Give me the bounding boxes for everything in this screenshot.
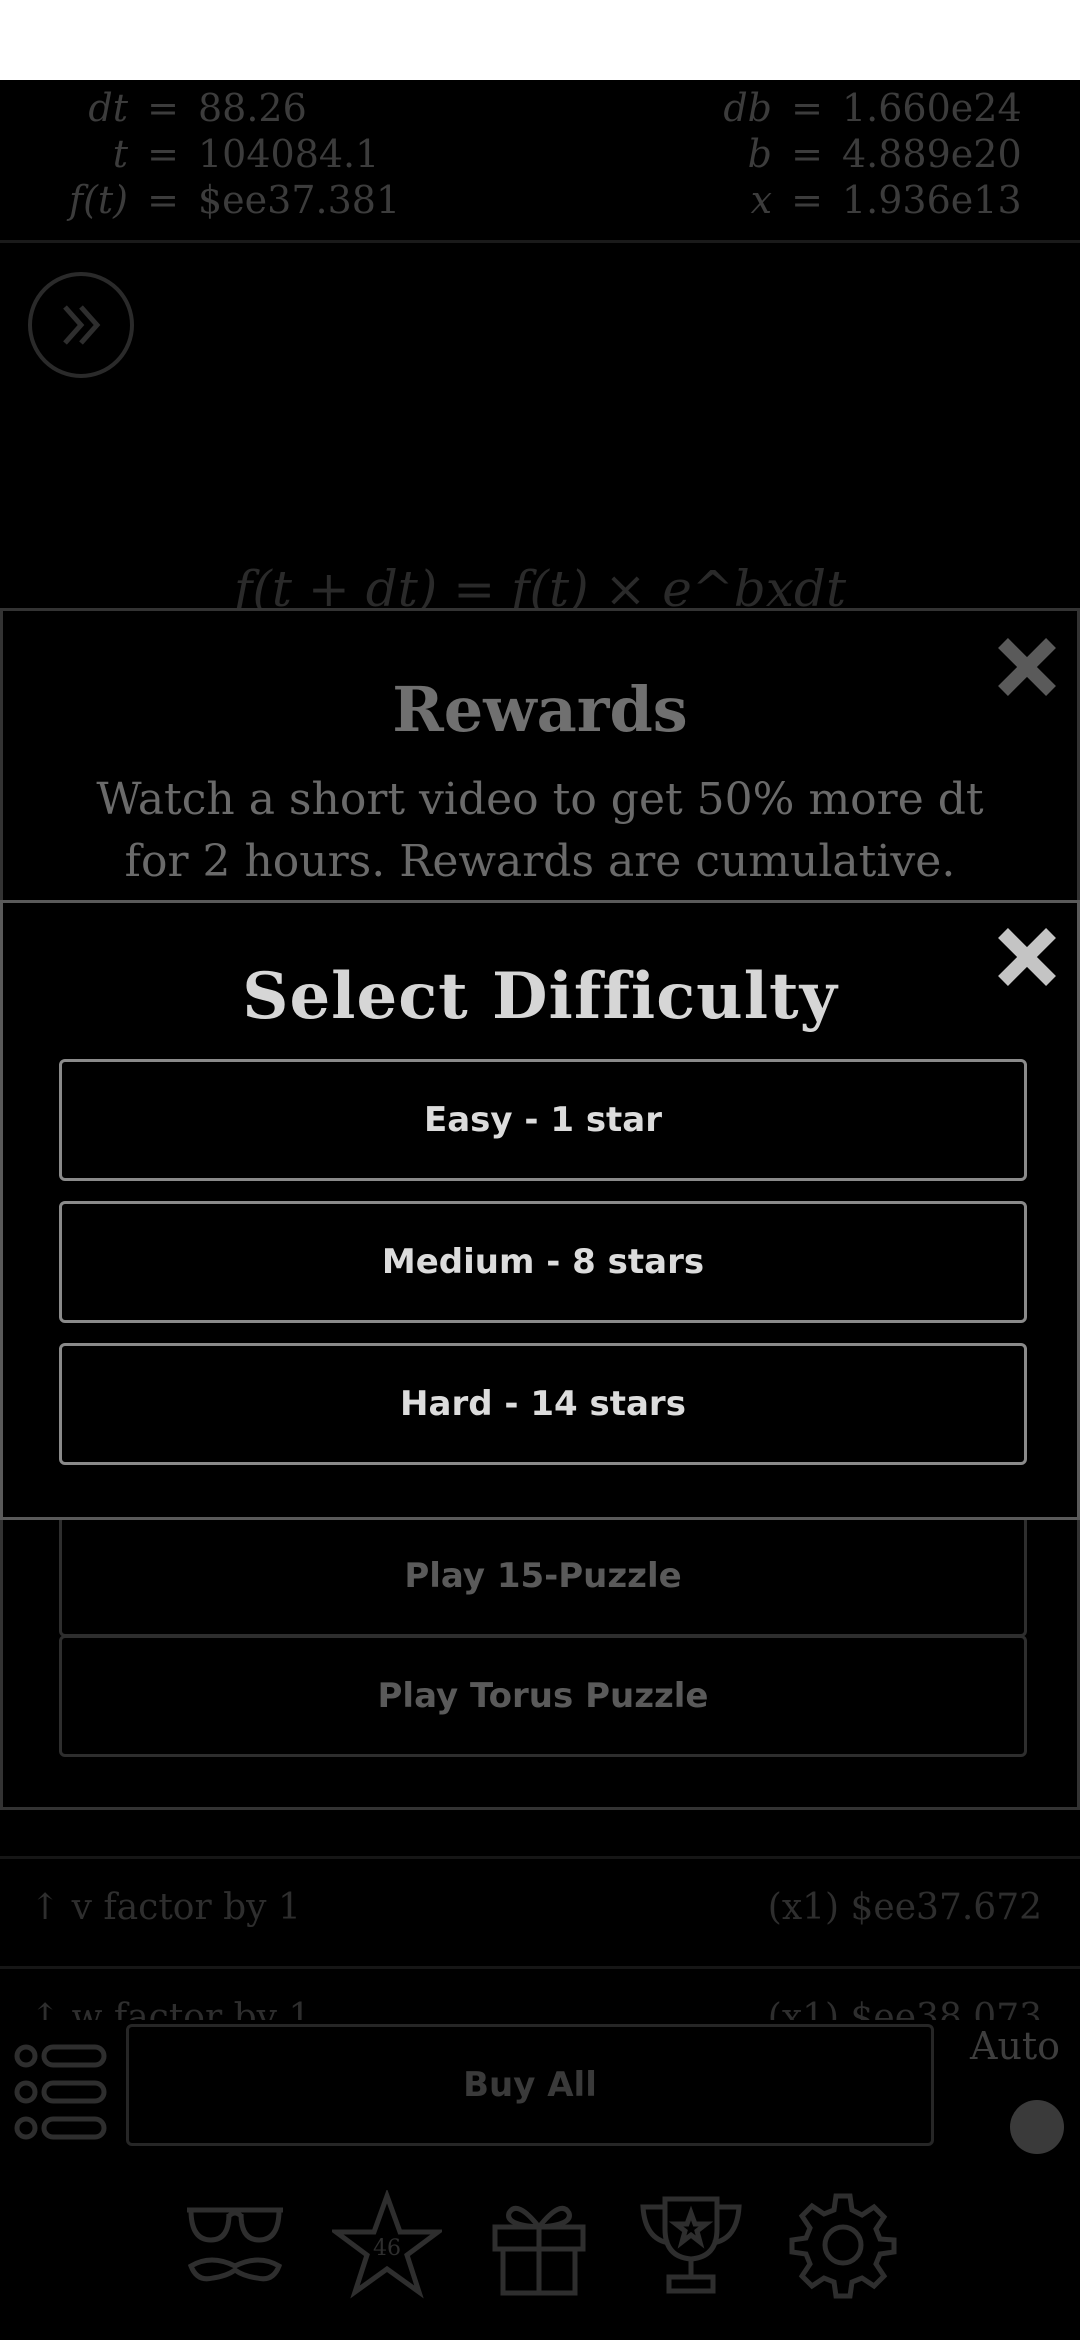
nav-rewards-button[interactable] xyxy=(484,2190,594,2300)
difficulty-dialog: Select Difficulty Easy - 1 star Medium -… xyxy=(0,900,1080,1520)
play-torus-puzzle-button[interactable]: Play Torus Puzzle xyxy=(59,1635,1027,1757)
hard-difficulty-button[interactable]: Hard - 14 stars xyxy=(59,1343,1027,1465)
medium-difficulty-button[interactable]: Medium - 8 stars xyxy=(59,1201,1027,1323)
easy-difficulty-button[interactable]: Easy - 1 star xyxy=(59,1059,1027,1181)
stat-dt: dt = 88.26 xyxy=(88,86,307,130)
status-bar xyxy=(0,0,1080,80)
stat-t: t = 104084.1 xyxy=(112,132,380,176)
nav-disguise-button[interactable] xyxy=(180,2190,290,2300)
gift-icon xyxy=(492,2205,586,2296)
stat-x: x = 1.936e13 xyxy=(750,178,1022,222)
trophy-icon xyxy=(640,2196,742,2294)
difficulty-title: Select Difficulty xyxy=(242,959,838,1034)
skip-forward-button[interactable] xyxy=(28,272,134,378)
upgrade-list-button[interactable] xyxy=(14,2040,110,2149)
upgrade-row[interactable]: ↑ w factor by 1 (x1) $ee38.073 xyxy=(0,1966,1080,2023)
upgrade-row[interactable]: ↑ v factor by 1 (x1) $ee37.672 xyxy=(0,1856,1080,1959)
disguise-icon xyxy=(187,2207,283,2282)
bottom-bar: Buy All Auto 46 xyxy=(0,2020,1080,2340)
gear-icon xyxy=(789,2193,897,2299)
auto-toggle[interactable] xyxy=(1010,2100,1064,2154)
rewards-description: Watch a short video to get 50% more dt f… xyxy=(96,774,984,887)
rewards-title: Rewards xyxy=(392,673,688,746)
stat-db: db = 1.660e24 xyxy=(723,86,1022,130)
play-15-puzzle-button[interactable]: Play 15-Puzzle xyxy=(59,1515,1027,1637)
stats-panel: dt = 88.26 t = 104084.1 f(t) = $ee37.381 db = 1.… xyxy=(0,80,1080,243)
skip-forward-icon xyxy=(63,305,101,345)
upgrade-cost: (x1) $ee37.672 xyxy=(767,1887,1042,1928)
stat-b: b = 4.889e20 xyxy=(747,132,1022,176)
upgrade-label: ↑ v factor by 1 xyxy=(30,1887,301,1928)
buy-all-button[interactable]: Buy All xyxy=(126,2024,934,2146)
star-count: 46 xyxy=(373,2236,401,2261)
auto-label: Auto xyxy=(970,2024,1061,2068)
nav-settings-button[interactable] xyxy=(788,2190,898,2300)
nav-stars-button[interactable]: 46 xyxy=(332,2190,442,2300)
list-icon xyxy=(14,2044,107,2140)
nav-achievements-button[interactable] xyxy=(636,2190,746,2300)
stat-ft: f(t) = $ee37.381 xyxy=(69,178,401,222)
